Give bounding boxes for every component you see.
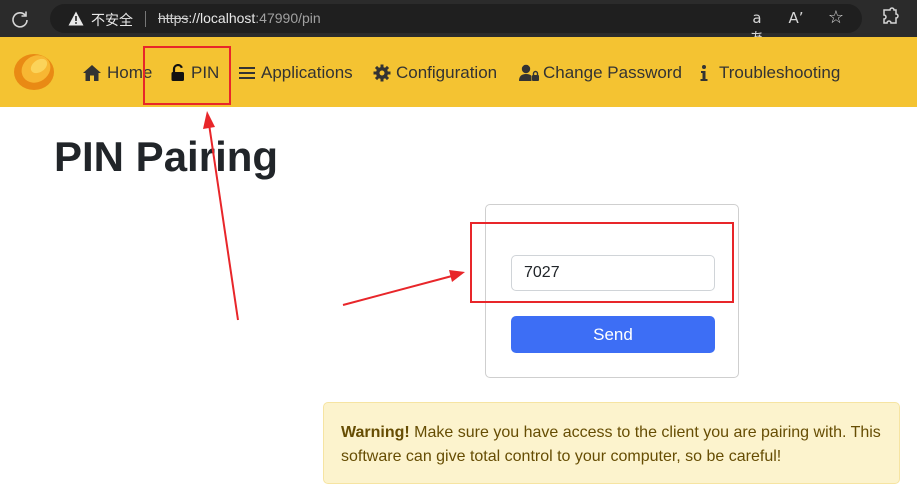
- annotation-arrow-to-input: [342, 270, 465, 306]
- url-host: ://localhost: [188, 10, 256, 26]
- home-icon: [82, 64, 102, 82]
- nav-change-password-label: Change Password: [543, 63, 682, 82]
- favorite-star-icon[interactable]: ☆: [826, 8, 846, 28]
- url-text[interactable]: https://localhost:47990/pin: [158, 10, 321, 26]
- user-lock-icon: [519, 64, 540, 82]
- address-bar[interactable]: 不安全 https://localhost:47990/pin: [50, 4, 862, 33]
- warning-alert: Warning! Make sure you have access to th…: [323, 402, 900, 484]
- logo[interactable]: [12, 50, 56, 94]
- gear-icon: [373, 64, 391, 82]
- nav-troubleshooting[interactable]: Troubleshooting: [697, 61, 840, 85]
- extensions-icon[interactable]: [880, 7, 900, 27]
- nav-applications[interactable]: Applications: [238, 61, 353, 85]
- list-icon: [238, 64, 256, 82]
- browser-toolbar: 不安全 https://localhost:47990/pin aあ Aʼ ☆: [0, 0, 917, 47]
- page-title: PIN Pairing: [54, 133, 279, 180]
- send-button[interactable]: Send: [511, 316, 715, 353]
- warning-icon[interactable]: [68, 11, 84, 26]
- reload-icon[interactable]: [10, 9, 30, 29]
- annotation-highlight-pin-nav: [143, 46, 231, 105]
- nav-configuration[interactable]: Configuration: [373, 61, 497, 85]
- translate-icon[interactable]: aあ: [747, 8, 767, 47]
- nav-configuration-label: Configuration: [396, 63, 498, 82]
- warning-message: Make sure you have access to the client …: [341, 424, 881, 465]
- divider: [145, 11, 146, 27]
- nav-change-password[interactable]: Change Password: [519, 61, 682, 85]
- info-icon: [697, 64, 711, 82]
- annotation-highlight-pin-input: [470, 222, 734, 303]
- page: 不安全 https://localhost:47990/pin aあ Aʼ ☆ …: [0, 0, 917, 498]
- nav-troubleshooting-label: Troubleshooting: [719, 63, 841, 82]
- warning-title: Warning!: [341, 424, 410, 441]
- navbar: Home PIN Applications Configuration Chan…: [0, 37, 917, 107]
- read-aloud-icon[interactable]: Aʼ: [786, 8, 806, 28]
- url-protocol: https: [158, 10, 189, 26]
- nav-applications-label: Applications: [261, 63, 353, 82]
- nav-home[interactable]: Home: [82, 61, 152, 85]
- url-path: :47990/pin: [255, 10, 321, 26]
- security-label[interactable]: 不安全: [91, 10, 133, 30]
